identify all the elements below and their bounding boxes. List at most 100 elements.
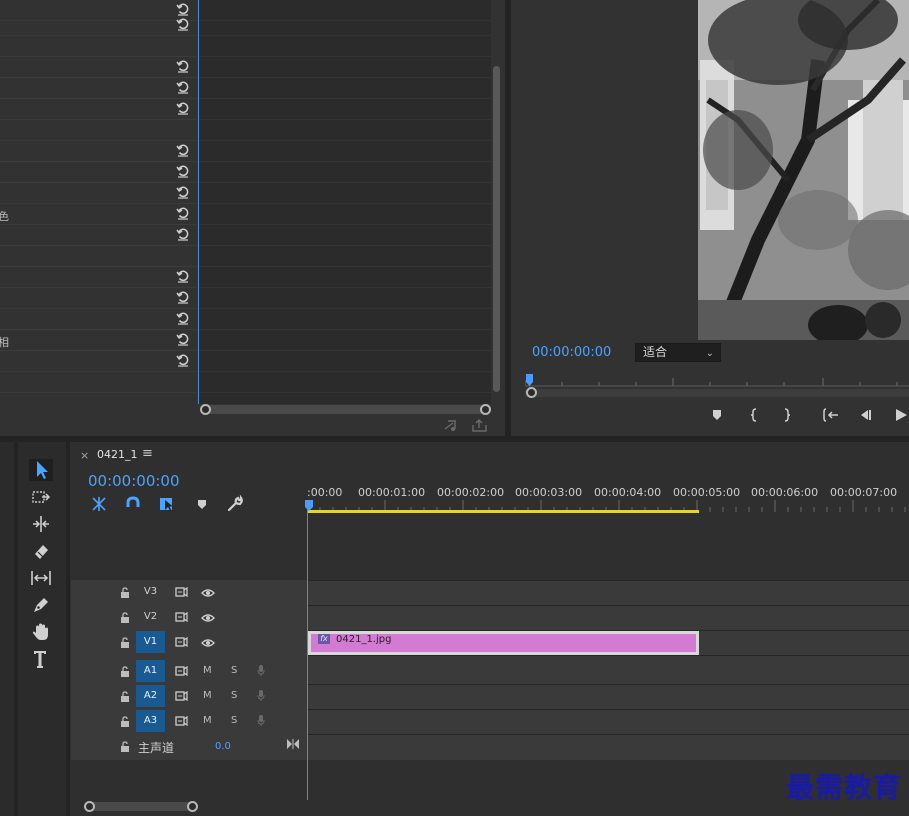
- master-volume-value[interactable]: 0.0: [215, 741, 231, 752]
- track-area[interactable]: [307, 580, 909, 760]
- reset-icon[interactable]: [176, 269, 190, 283]
- slip-tool-icon[interactable]: [29, 567, 53, 589]
- effect-property-row[interactable]: [0, 141, 196, 162]
- microphone-icon[interactable]: [257, 664, 265, 677]
- pen-tool-icon[interactable]: [29, 594, 53, 616]
- effect-property-row[interactable]: [0, 78, 196, 99]
- lock-icon[interactable]: [120, 666, 130, 677]
- effect-property-row[interactable]: [0, 99, 196, 120]
- eye-icon[interactable]: [201, 588, 215, 598]
- effect-property-row[interactable]: [0, 309, 196, 330]
- go-to-in-icon[interactable]: [822, 408, 838, 424]
- wrench-settings-icon[interactable]: [226, 494, 244, 513]
- reset-icon[interactable]: [176, 185, 190, 199]
- mute-button[interactable]: M: [203, 715, 212, 726]
- type-tool-icon[interactable]: [29, 648, 53, 670]
- reset-icon[interactable]: [176, 80, 190, 94]
- effect-property-row[interactable]: [0, 162, 196, 183]
- reset-icon[interactable]: [176, 101, 190, 115]
- toggle-sync-lock-icon[interactable]: [175, 611, 188, 623]
- mute-button[interactable]: M: [203, 690, 212, 701]
- lock-icon[interactable]: [120, 587, 130, 598]
- work-area-bar[interactable]: [307, 510, 699, 513]
- reset-icon[interactable]: [176, 353, 190, 367]
- timeline-scroll-handle-right[interactable]: [187, 801, 198, 812]
- add-marker-icon[interactable]: [193, 495, 211, 513]
- reset-icon[interactable]: [176, 164, 190, 178]
- effect-property-row[interactable]: [0, 57, 196, 78]
- reset-icon[interactable]: [176, 59, 190, 73]
- track-target-video[interactable]: V3: [136, 581, 165, 603]
- reset-icon[interactable]: [176, 2, 190, 16]
- lock-icon[interactable]: [120, 637, 130, 648]
- eye-icon[interactable]: [201, 638, 215, 648]
- effect-controls-playhead[interactable]: [198, 0, 199, 404]
- toggle-sync-lock-icon[interactable]: [175, 586, 188, 598]
- marker-icon[interactable]: [709, 409, 725, 425]
- track-target-audio[interactable]: A3: [136, 710, 165, 732]
- go-to-next-edit-icon[interactable]: [286, 738, 300, 750]
- ec-scroll-handle-right[interactable]: [480, 404, 491, 415]
- lock-icon[interactable]: [120, 716, 130, 727]
- solo-button[interactable]: S: [231, 715, 237, 726]
- effect-property-row[interactable]: [0, 36, 196, 57]
- ripple-edit-tool-icon[interactable]: [29, 513, 53, 535]
- solo-button[interactable]: S: [231, 690, 237, 701]
- microphone-icon[interactable]: [257, 714, 265, 727]
- reset-icon[interactable]: [176, 17, 190, 31]
- timeline-playhead-marker[interactable]: [304, 500, 314, 512]
- track-target-audio[interactable]: A2: [136, 685, 165, 707]
- panel-menu-icon[interactable]: ≡: [142, 446, 153, 461]
- export-icon[interactable]: [472, 419, 487, 432]
- effect-property-row[interactable]: [0, 372, 196, 393]
- effect-property-row[interactable]: [0, 15, 196, 36]
- ec-scroll-handle-left[interactable]: [200, 404, 211, 415]
- effect-controls-vertical-scrollbar[interactable]: [493, 66, 500, 392]
- effect-controls-timeline[interactable]: [199, 0, 491, 404]
- mute-button[interactable]: M: [203, 665, 212, 676]
- step-back-icon[interactable]: [857, 408, 873, 424]
- reset-icon[interactable]: [176, 143, 190, 157]
- timeline-horizontal-scrollbar[interactable]: [86, 802, 196, 811]
- toggle-sync-lock-icon[interactable]: [175, 690, 188, 702]
- timeline-timecode[interactable]: 00:00:00:00: [88, 472, 180, 490]
- effect-property-row[interactable]: [0, 225, 196, 246]
- nest-sequence-icon[interactable]: [90, 495, 108, 513]
- audio-clip-icon[interactable]: [444, 419, 460, 432]
- effect-property-row[interactable]: 相: [0, 330, 196, 351]
- effect-controls-horizontal-scrollbar[interactable]: [204, 405, 486, 414]
- effect-property-row[interactable]: 色: [0, 204, 196, 225]
- lock-icon[interactable]: [120, 612, 130, 623]
- snap-magnet-icon[interactable]: [124, 495, 142, 513]
- timeline-scroll-handle-left[interactable]: [84, 801, 95, 812]
- reset-icon[interactable]: [176, 332, 190, 346]
- reset-icon[interactable]: [176, 206, 190, 220]
- timeline-playhead-line[interactable]: [307, 502, 308, 800]
- lock-icon[interactable]: [120, 741, 130, 752]
- fit-zoom-select[interactable]: 适合 ⌄: [635, 343, 721, 362]
- mark-out-icon[interactable]: [779, 408, 795, 424]
- effect-property-row[interactable]: [0, 183, 196, 204]
- selection-tool-icon[interactable]: [29, 459, 53, 481]
- solo-button[interactable]: S: [231, 665, 237, 676]
- track-target-video[interactable]: V2: [136, 606, 165, 628]
- eye-icon[interactable]: [201, 613, 215, 623]
- toggle-sync-lock-icon[interactable]: [175, 665, 188, 677]
- effect-property-row[interactable]: [0, 120, 196, 141]
- effect-property-row[interactable]: [0, 267, 196, 288]
- effect-property-row[interactable]: [0, 246, 196, 267]
- microphone-icon[interactable]: [257, 689, 265, 702]
- reset-icon[interactable]: [176, 311, 190, 325]
- linked-selection-icon[interactable]: [158, 495, 176, 513]
- track-target-audio[interactable]: A1: [136, 660, 165, 682]
- reset-icon[interactable]: [176, 227, 190, 241]
- lock-icon[interactable]: [120, 691, 130, 702]
- sequence-tab-title[interactable]: 0421_1: [97, 448, 138, 461]
- toggle-sync-lock-icon[interactable]: [175, 715, 188, 727]
- track-select-tool-icon[interactable]: [29, 486, 53, 508]
- program-scroll-handle[interactable]: [526, 387, 537, 398]
- mark-in-icon[interactable]: [746, 408, 762, 424]
- program-time-ruler[interactable]: [525, 372, 909, 390]
- program-timecode[interactable]: 00:00:00:00: [532, 345, 611, 360]
- program-zoom-scrollbar[interactable]: [525, 389, 909, 397]
